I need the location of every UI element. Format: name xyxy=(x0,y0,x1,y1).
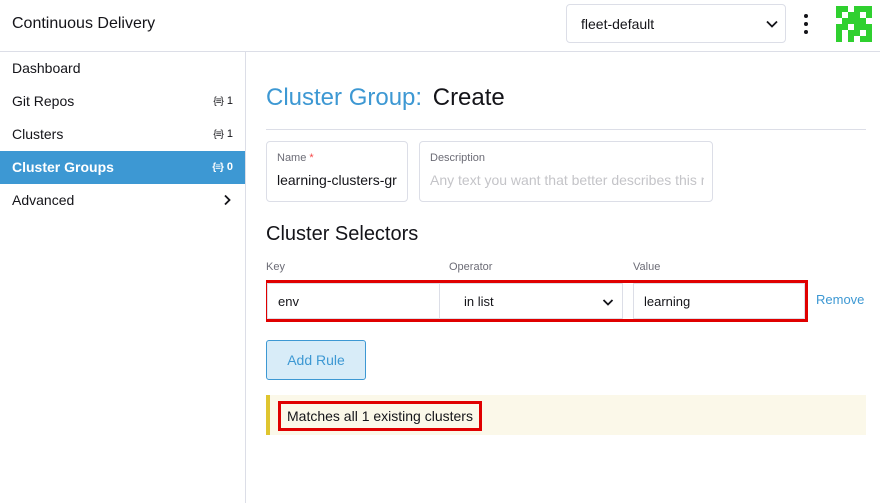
name-field-label: Name * xyxy=(277,152,314,164)
match-banner: Matches all 1 existing clusters xyxy=(266,395,866,435)
rule-value-value: learning xyxy=(644,294,691,309)
sidebar-item-label: Cluster Groups xyxy=(12,159,114,175)
key-column-label: Key xyxy=(266,261,285,273)
title-divider xyxy=(266,129,866,130)
count-value: 1 xyxy=(226,95,233,107)
count-value: 0 xyxy=(226,161,233,173)
chevron-down-icon xyxy=(766,20,778,28)
operator-column-label: Operator xyxy=(449,261,493,273)
top-header: Continuous Delivery fleet-default xyxy=(0,0,880,52)
app-title: Continuous Delivery xyxy=(12,15,156,32)
rule-operator-value: in list xyxy=(464,294,494,309)
rancher-logo-icon[interactable] xyxy=(836,6,872,42)
page-title: Cluster Group: Create xyxy=(266,84,505,112)
count-value: 1 xyxy=(226,128,233,140)
cluster-selectors-heading: Cluster Selectors xyxy=(266,223,419,245)
page-title-mode: Create xyxy=(432,84,505,111)
sidebar-item-label: Dashboard xyxy=(12,60,81,76)
rule-value-input[interactable]: learning xyxy=(633,283,805,319)
page-title-resource[interactable]: Cluster Group: xyxy=(266,84,422,111)
name-field[interactable]: Name * learning-clusters-gr xyxy=(266,141,408,202)
rule-key-value: env xyxy=(278,294,299,309)
workspace-select[interactable]: fleet-default xyxy=(566,4,786,43)
value-column-label: Value xyxy=(633,261,661,273)
sidebar-item-dashboard[interactable]: Dashboard xyxy=(0,52,245,85)
add-rule-button[interactable]: Add Rule xyxy=(266,340,366,380)
braces-icon: {≡} xyxy=(213,95,223,107)
match-banner-text: Matches all 1 existing clusters xyxy=(278,401,482,431)
sidebar-item-cluster-groups[interactable]: Cluster Groups {≡} 0 xyxy=(0,151,245,184)
chevron-right-icon xyxy=(224,194,231,206)
sidebar: Dashboard Git Repos {≡} 1 Clusters {≡} 1… xyxy=(0,52,246,503)
name-field-value: learning-clusters-gr xyxy=(277,172,397,188)
remove-rule-link[interactable]: Remove xyxy=(816,292,864,307)
sidebar-item-clusters[interactable]: Clusters {≡} 1 xyxy=(0,118,245,151)
rule-key-input[interactable]: env xyxy=(267,283,439,319)
sidebar-item-count: {≡} 1 xyxy=(213,95,233,107)
sidebar-item-label: Git Repos xyxy=(12,93,75,109)
description-field[interactable]: Description Any text you want that bette… xyxy=(419,141,713,202)
description-field-label: Description xyxy=(430,152,486,164)
chevron-down-icon xyxy=(602,299,614,306)
description-field-placeholder: Any text you want that better describes … xyxy=(430,172,704,188)
sidebar-item-git-repos[interactable]: Git Repos {≡} 1 xyxy=(0,85,245,118)
sidebar-item-label: Advanced xyxy=(12,192,75,208)
rule-operator-select[interactable]: in list xyxy=(439,283,623,319)
workspace-select-value: fleet-default xyxy=(581,16,655,32)
sidebar-item-advanced[interactable]: Advanced xyxy=(0,184,245,217)
braces-icon: {≡} xyxy=(212,161,224,173)
sidebar-item-count: {≡} 1 xyxy=(213,128,233,140)
sidebar-item-label: Clusters xyxy=(12,126,64,142)
more-menu-icon[interactable] xyxy=(798,12,814,36)
braces-icon: {≡} xyxy=(213,128,223,140)
sidebar-item-count: {≡} 0 xyxy=(212,161,233,173)
required-mark: * xyxy=(309,152,314,164)
